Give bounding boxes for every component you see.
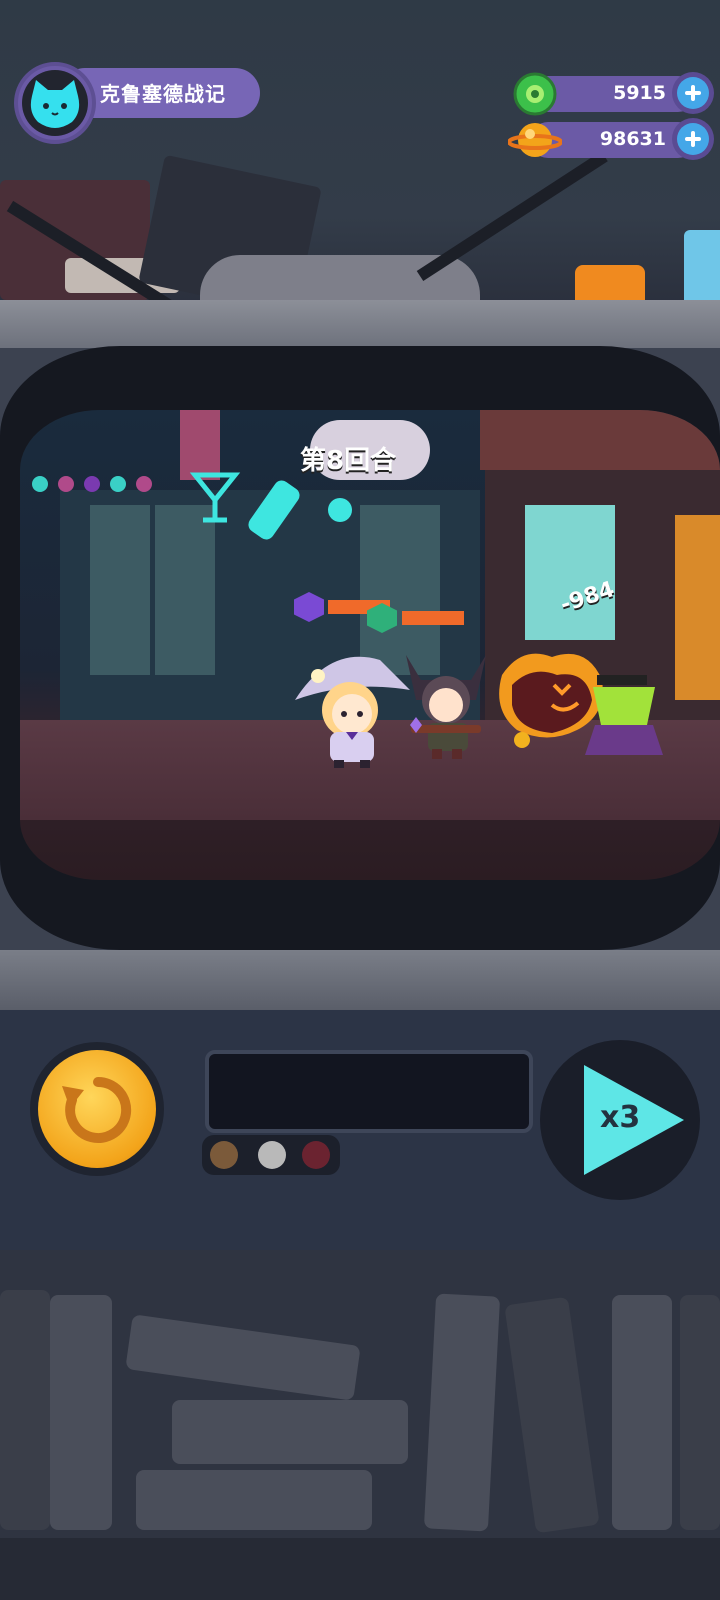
hero-hp-bar [402,611,464,625]
gunner-hero-sprite[interactable] [396,645,496,770]
book [50,1295,112,1530]
lit-window [525,505,615,640]
neon-light [58,476,74,492]
round-indicator: 第8回合 [300,446,397,476]
door [675,515,720,700]
skill-slot-display [205,1050,533,1133]
tv-bezel-bottom [0,950,720,1010]
indicator-dot [258,1141,286,1169]
shelf-plank [0,1538,720,1600]
speed-label: x3 [600,1100,641,1135]
book [136,1470,372,1530]
add-coin-button[interactable] [677,123,709,155]
book [423,1293,501,1532]
blue-prop [684,230,720,300]
neon-light [32,476,48,492]
book [680,1295,720,1530]
poison-cauldron-sprite[interactable] [585,675,665,760]
indicator-dot [210,1141,238,1169]
witch-hero-sprite[interactable] [290,640,410,770]
book [612,1295,672,1530]
neon-light [84,476,100,492]
neon-light [136,476,152,492]
alarm-light [575,265,645,300]
restart-icon [62,1076,132,1143]
book [0,1290,50,1530]
add-gem-button[interactable] [677,77,709,109]
neon-light [110,476,126,492]
indicator-dot [302,1141,330,1169]
cat-face-icon [30,80,80,128]
book [172,1400,408,1464]
window [90,505,150,675]
tv-bezel-top [0,300,720,348]
player-name: 克鲁塞德战记 [100,82,226,106]
green-gem-icon [513,72,557,116]
gold-planet-coin-icon [508,123,562,157]
shop-sign [480,410,720,470]
